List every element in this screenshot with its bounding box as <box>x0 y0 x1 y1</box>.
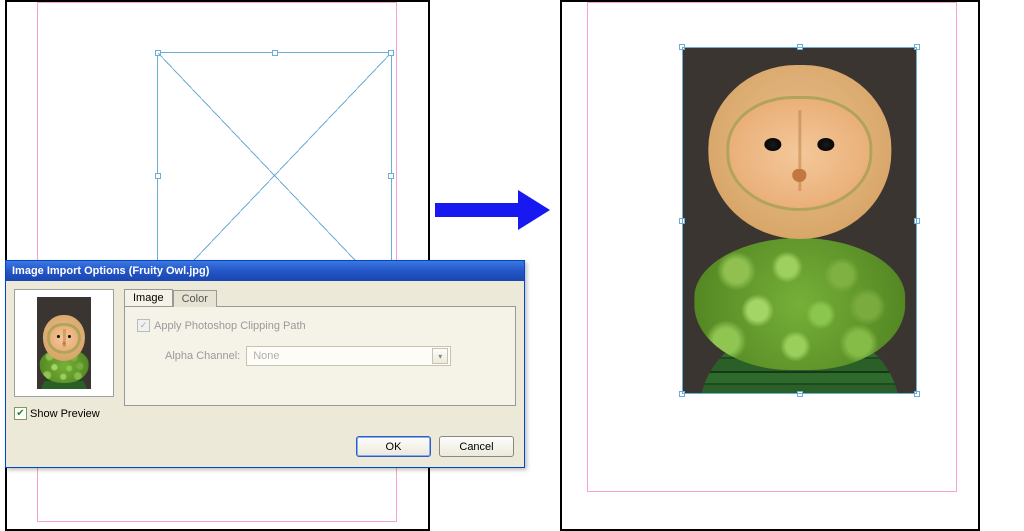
resize-handle[interactable] <box>155 50 161 56</box>
tab-panel-image: ✓ Apply Photoshop Clipping Path Alpha Ch… <box>124 306 516 406</box>
document-canvas-after[interactable] <box>560 0 980 531</box>
tab-image[interactable]: Image <box>124 289 173 306</box>
resize-handle[interactable] <box>388 50 394 56</box>
resize-handle[interactable] <box>272 50 278 56</box>
show-preview-checkbox[interactable]: ✔ <box>14 407 27 420</box>
dialog-titlebar[interactable]: Image Import Options (Fruity Owl.jpg) <box>6 261 524 281</box>
preview-thumbnail <box>14 289 114 397</box>
resize-handle[interactable] <box>155 173 161 179</box>
resize-handle[interactable] <box>388 173 394 179</box>
dialog-title: Image Import Options (Fruity Owl.jpg) <box>12 265 209 277</box>
ok-button[interactable]: OK <box>356 436 431 457</box>
image-import-options-dialog: Image Import Options (Fruity Owl.jpg) <box>5 260 525 468</box>
placed-image-frame[interactable] <box>682 47 917 394</box>
alpha-channel-select: None ▾ <box>246 346 451 366</box>
alpha-channel-label: Alpha Channel: <box>165 350 240 362</box>
apply-clipping-path-label: Apply Photoshop Clipping Path <box>154 320 306 332</box>
tab-color[interactable]: Color <box>173 290 217 307</box>
alpha-channel-value: None <box>253 350 279 362</box>
selection-border <box>682 47 917 394</box>
chevron-down-icon: ▾ <box>432 348 448 364</box>
show-preview-label: Show Preview <box>30 408 100 420</box>
arrow-icon <box>435 195 550 225</box>
apply-clipping-path-checkbox: ✓ <box>137 319 150 332</box>
cancel-button[interactable]: Cancel <box>439 436 514 457</box>
